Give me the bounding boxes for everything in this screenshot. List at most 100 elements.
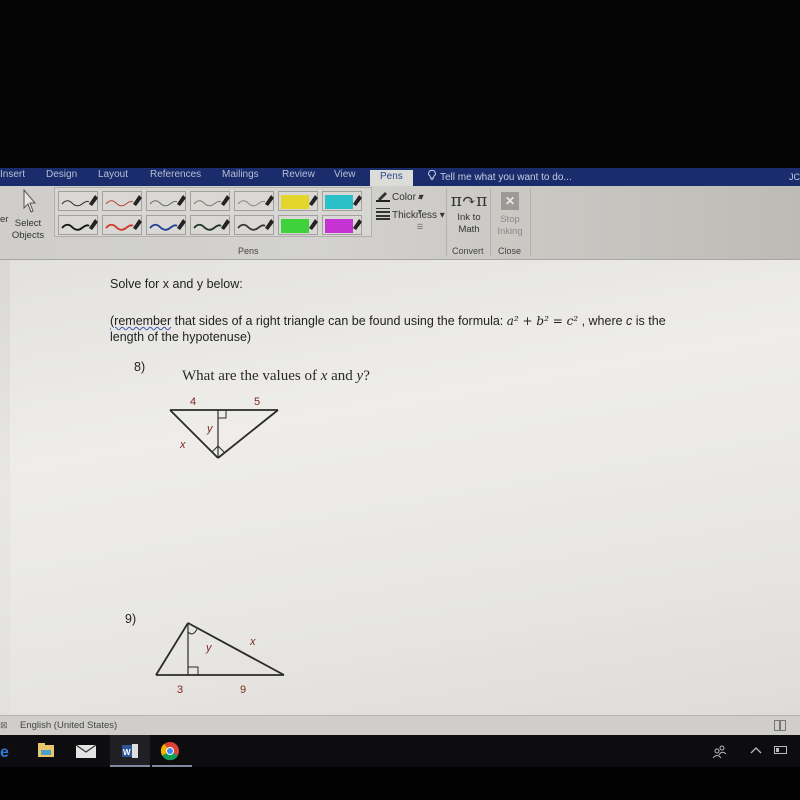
pen-swatch-pen[interactable] (190, 191, 230, 211)
group-label-close: Close (498, 246, 522, 256)
pen-color-icon (376, 190, 390, 205)
pen-swatch-pen[interactable] (146, 215, 186, 235)
thickness-label: Thickness (392, 210, 438, 222)
battery-icon[interactable] (774, 745, 788, 755)
label-segment-9: 9 (240, 684, 246, 696)
thickness-dropdown[interactable]: Thickness ▾ (376, 208, 445, 223)
tab-design[interactable]: Design (46, 168, 77, 186)
tab-insert[interactable]: Insert (0, 168, 25, 186)
tab-review[interactable]: Review (282, 168, 315, 186)
problem-8-triangle-figure: 4 5 y x (169, 396, 279, 459)
close-icon: ✕ (501, 192, 519, 210)
pen-swatch-pen[interactable] (58, 191, 98, 211)
pen-swatch-pen[interactable] (234, 215, 274, 235)
taskbar-chrome[interactable] (152, 735, 192, 767)
status-bar: ⊠ English (United States) (0, 715, 800, 735)
mail-icon (75, 744, 97, 758)
reminder-text-line1: (remember that sides of a right triangle… (110, 314, 666, 328)
language-indicator[interactable]: English (United States) (20, 720, 117, 731)
pen-swatch-pen[interactable] (58, 215, 98, 235)
pen-swatch-highlighter[interactable] (278, 191, 318, 211)
tab-references[interactable]: References (150, 168, 201, 186)
tab-mailings[interactable]: Mailings (222, 168, 259, 186)
question-and: and (327, 368, 357, 384)
folder-icon (38, 743, 54, 757)
chevron-up-icon[interactable] (750, 745, 762, 755)
pen-icon (105, 195, 142, 207)
group-divider (490, 188, 491, 256)
tell-me-search[interactable]: Tell me what you want to do... (428, 170, 572, 183)
pen-icon (237, 219, 274, 231)
group-divider (446, 188, 447, 256)
ink-to-math-label-2: Math (458, 224, 480, 235)
pen-swatch-pen[interactable] (234, 191, 274, 211)
cursor-arrow-icon (23, 188, 37, 213)
tab-layout[interactable]: Layout (98, 168, 128, 186)
taskbar-file-explorer[interactable] (26, 735, 66, 767)
tab-pens[interactable]: Pens (370, 170, 413, 186)
pen-swatch-highlighter[interactable] (322, 215, 362, 235)
pen-swatch-pen[interactable] (102, 191, 142, 211)
svg-text:e: e (0, 744, 9, 761)
screen-bezel-bottom (0, 767, 800, 800)
problem-9-triangle-figure: 3 9 y x (155, 622, 285, 696)
highlighter-icon (281, 195, 318, 209)
pen-swatch-highlighter[interactable] (322, 191, 362, 211)
label-x: x (179, 439, 186, 451)
stop-inking-label-2: Inking (497, 226, 523, 237)
pen-swatch-highlighter[interactable] (278, 215, 318, 235)
svg-text:W: W (123, 748, 131, 757)
pen-swatch-pen[interactable] (102, 215, 142, 235)
spellcheck-word[interactable]: (remember (110, 314, 171, 328)
chevron-down-icon: ▾ (418, 192, 424, 204)
select-label-1: Select (14, 218, 42, 229)
right-angle-mark (188, 666, 199, 675)
highlighter-icon (325, 219, 362, 233)
people-icon[interactable] (712, 743, 728, 759)
taskbar-edge[interactable]: e (0, 735, 26, 767)
ink-to-math-label-1: Ink to (457, 212, 481, 223)
edge-icon: e (0, 744, 9, 761)
ink-to-math-button[interactable]: π↷π Ink to Math (450, 190, 488, 236)
pen-icon (105, 219, 142, 231)
color-dropdown[interactable]: Color ▾ (376, 190, 424, 205)
group-label-convert: Convert (452, 246, 484, 256)
reminder-text: that sides of a right triangle can be fo… (171, 314, 507, 328)
question-text: What are the values of (182, 368, 321, 384)
reminder-tail: , where (578, 314, 627, 328)
pen-swatch-pen[interactable] (146, 191, 186, 211)
right-angle-mark (218, 410, 227, 419)
group-divider (530, 188, 531, 256)
select-objects-button[interactable]: Select Objects (8, 188, 48, 242)
pen-icon (149, 219, 186, 231)
highlighter-icon (325, 195, 362, 209)
pen-icon (193, 195, 230, 207)
label-y: y (206, 423, 214, 435)
label-y: y (205, 642, 213, 654)
pythagorean-formula: a² + b² = c² (506, 314, 579, 328)
right-angle-mark-vertex (187, 628, 198, 635)
tab-view[interactable]: View (334, 168, 356, 186)
screen-bezel-top (0, 0, 800, 168)
taskbar-word[interactable]: W (110, 735, 150, 767)
ribbon-tab-bar: Insert Design Layout References Mailings… (0, 168, 800, 186)
label-segment-3: 3 (177, 684, 183, 696)
read-mode-icon[interactable] (774, 720, 786, 731)
chrome-icon (160, 742, 179, 761)
pens-gallery: ▲ ▼ ☰ (54, 187, 423, 237)
problem-8-number: 8) (134, 360, 146, 374)
highlighter-icon (281, 219, 318, 233)
document-area: Solve for x and y below: (remember that … (0, 260, 800, 715)
user-initials[interactable]: JC (789, 172, 800, 182)
problem-9-number: 9) (125, 612, 137, 626)
document-page[interactable]: Solve for x and y below: (remember that … (10, 260, 800, 715)
pen-icon (237, 195, 274, 207)
taskbar-mail[interactable] (66, 735, 106, 767)
stop-inking-button[interactable]: ✕ Stop Inking (492, 190, 528, 238)
tell-me-text: Tell me what you want to do... (440, 172, 572, 183)
label-segment-5: 5 (254, 396, 260, 408)
pen-swatch-pen[interactable] (190, 215, 230, 235)
proofing-icon[interactable]: ⊠ (0, 720, 8, 731)
pen-icon (61, 195, 98, 207)
ink-to-math-icon: π↷π (450, 191, 488, 211)
